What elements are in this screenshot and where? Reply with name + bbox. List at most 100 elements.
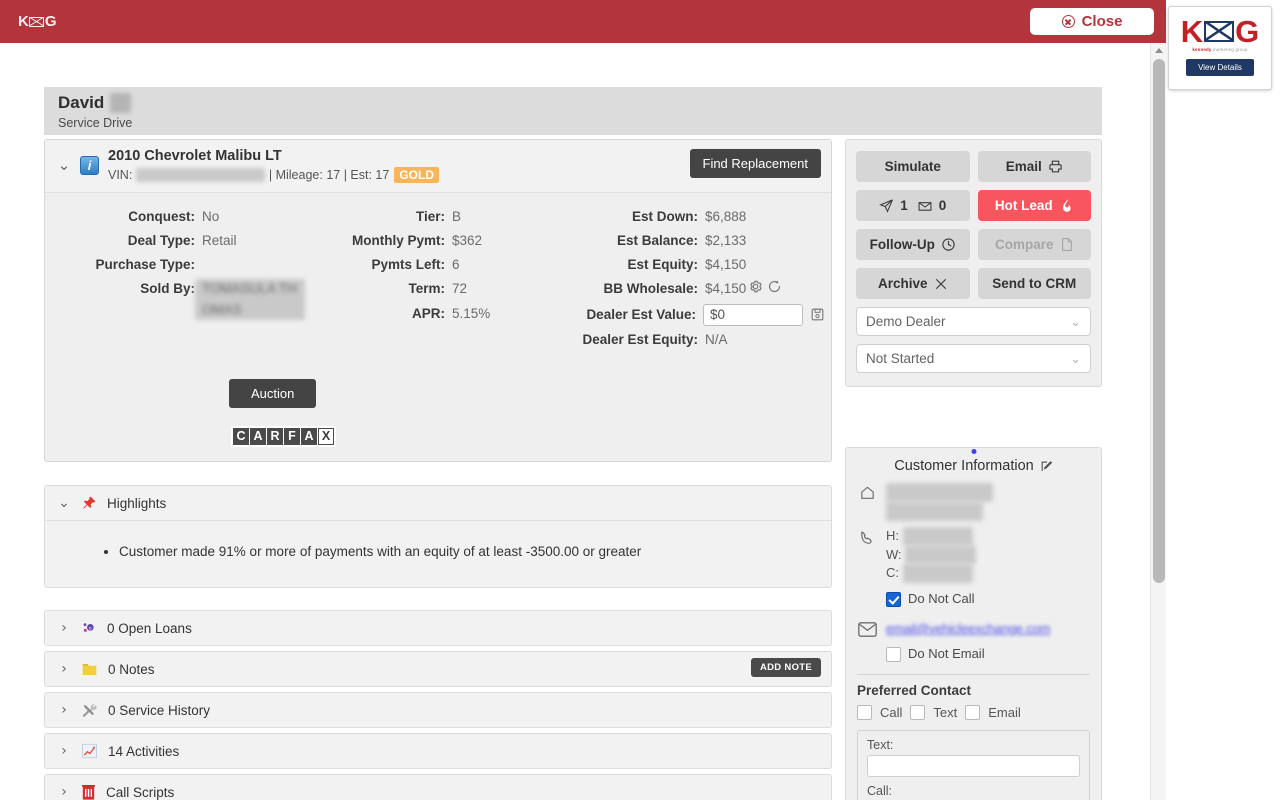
field-label: APR: [412,305,445,321]
panel-title-text: Customer Information [894,458,1034,474]
section-highlights: ⌄ Highlights Customer made 91% or more o… [44,485,832,588]
chevron-down-icon: ⌄ [1070,350,1081,366]
follow-up-button[interactable]: Follow-Up [856,229,970,260]
phonebooth-icon [82,784,95,800]
settings-gear-button[interactable] [746,279,765,294]
view-details-button[interactable]: View Details [1186,59,1254,76]
section-header-open-loans[interactable]: › e 0 Open Loans [45,611,831,645]
deal-row: Sold By: TOMASULA TH OMAS [45,279,330,320]
field-value: $4,150 [705,281,747,297]
phone-icon [857,527,877,609]
deal-row: Term: 72 [330,279,565,299]
chevron-right-icon[interactable]: › [57,702,71,718]
email-link[interactable]: email@vehicleexchange.com [886,621,1050,636]
carfax-letter: A [250,427,266,445]
section-header-service-history[interactable]: › 0 Service History [45,693,831,727]
chart-icon [82,743,97,759]
field-label: BB Wholesale: [603,281,698,297]
section-title: 0 Service History [108,702,211,718]
home-phone-row: H: 1112223333 [886,526,976,546]
section-header-notes[interactable]: › 0 Notes ADD NOTE [45,652,831,686]
text-value-input[interactable] [867,754,1080,777]
vin-label: VIN: [108,167,133,182]
field-label: Est Equity: [627,257,698,273]
do-not-email-row[interactable]: Do Not Email [886,645,1050,664]
pref-text-label: Text [933,704,958,720]
deal-row: Monthly Pymt: $362 [330,231,565,251]
section-activities: › 14 Activities [44,733,832,769]
save-dealer-value-button[interactable] [808,307,827,322]
deal-row: Dealer Est Equity: N/A [565,330,827,350]
hot-lead-button[interactable]: Hot Lead [977,190,1091,221]
chevron-down-icon[interactable]: ⌄ [57,156,71,174]
add-note-button[interactable]: ADD NOTE [750,658,821,677]
top-header-bar: K G Close [0,0,1166,43]
folder-icon [82,663,97,675]
archive-button[interactable]: Archive [856,268,970,299]
chevron-right-icon[interactable]: › [57,661,71,677]
dealer-est-value-input[interactable] [703,303,803,326]
phone-row: H: 1112223333 W: 1112223333 C: 111222333… [857,526,1090,609]
auction-button[interactable]: Auction [229,378,317,408]
status-select[interactable]: Not Started ⌄ [856,344,1091,373]
kmg-header-logo: K G [18,14,56,29]
chevron-right-icon[interactable]: › [57,743,71,759]
section-service-history: › 0 Service History [44,692,832,728]
kmg-tagline-bold: kennedy [1192,47,1212,52]
address-line-1: 3701 E. Plano Pky [886,483,993,502]
deal-row: BB Wholesale: $4,150 [565,279,827,299]
section-header-call-scripts[interactable]: › Call Scripts [45,775,831,800]
section-open-loans: › e 0 Open Loans [44,610,832,646]
do-not-email-checkbox[interactable] [886,646,901,662]
field-value: $4,150 [705,257,747,273]
application-window: K G Close K G kennedy marketing group Vi… [0,0,1280,800]
status-select-value: Not Started [866,351,935,366]
field-value: 72 [452,281,468,297]
kmg-logo-k: K [18,13,29,30]
field-value: 5.15% [452,305,491,321]
svg-text:e: e [89,626,92,631]
simulate-button[interactable]: Simulate [856,151,970,182]
find-replacement-button[interactable]: Find Replacement [689,149,821,178]
field-label: Purchase Type: [95,257,195,273]
chevron-right-icon[interactable]: › [57,784,71,800]
field-value: Retail [202,232,237,248]
do-not-call-checkbox[interactable] [886,592,901,608]
highlights-list: Customer made 91% or more of payments wi… [119,541,831,563]
pref-text-checkbox[interactable] [910,704,926,720]
carfax-letter: X [318,427,334,445]
pref-call-checkbox[interactable] [857,704,872,720]
edit-pencil-icon[interactable] [1040,460,1053,473]
do-not-call-label: Do Not Call [908,591,975,607]
deal-row: Purchase Type: [45,255,330,275]
auction-button-wrap: Auction [229,378,317,408]
compare-label: Compare [994,237,1054,252]
vehicle-card-header[interactable]: ⌄ i 2010 Chevrolet Malibu LT VIN: 1G1ZC5… [45,140,831,193]
message-counts-button[interactable]: 1 0 [856,190,970,221]
chevron-down-icon[interactable]: ⌄ [57,495,71,511]
scroll-up-arrow-icon[interactable] [1151,43,1167,57]
send-to-crm-button[interactable]: Send to CRM [977,268,1091,299]
grade-badge: GOLD [394,166,439,183]
scrollbar-thumb[interactable] [1153,59,1165,583]
do-not-call-row[interactable]: Do Not Call [886,590,976,609]
chevron-down-icon: ⌄ [1070,313,1081,329]
close-x-icon [935,278,946,289]
kmg-logo: K G [1181,16,1260,47]
highlight-item: Customer made 91% or more of payments wi… [119,541,831,563]
deal-column-1: Conquest: No Deal Type: Retail Purchase … [45,207,330,350]
carfax-logo[interactable]: C A R F A X [231,425,336,447]
customer-first-name: David [58,93,105,112]
vertical-scrollbar[interactable] [1150,43,1166,800]
email-button[interactable]: Email [977,151,1091,182]
compare-button[interactable]: Compare [977,229,1091,260]
chevron-right-icon[interactable]: › [57,620,71,636]
section-header-highlights[interactable]: ⌄ Highlights [45,486,831,520]
pref-email-checkbox[interactable] [965,704,981,720]
status-dot-icon [971,449,976,454]
dealer-select[interactable]: Demo Dealer ⌄ [856,307,1091,336]
refresh-button[interactable] [765,279,784,294]
close-button[interactable]: Close [1030,8,1154,35]
pref-email-label: Email [988,704,1021,720]
section-header-activities[interactable]: › 14 Activities [45,734,831,768]
